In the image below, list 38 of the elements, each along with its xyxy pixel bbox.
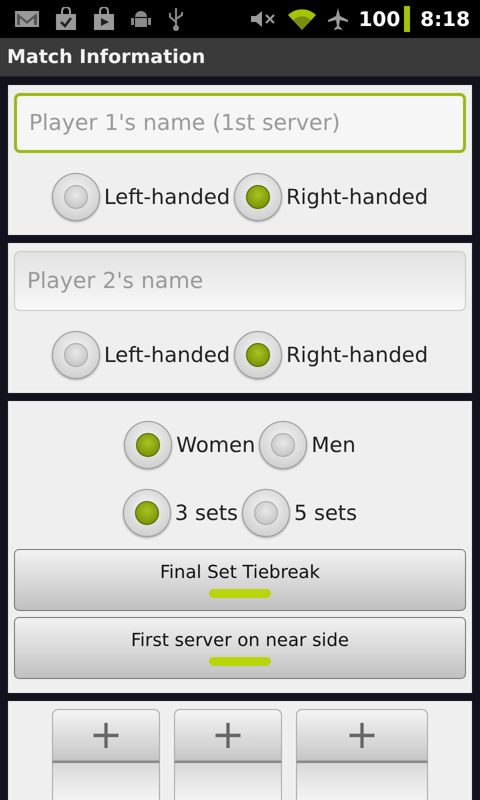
date-value-field[interactable] (52, 760, 160, 800)
name-field[interactable]: Player 1's name (1st server) (14, 93, 466, 153)
airplane-icon (326, 7, 348, 31)
date-value-field[interactable] (296, 760, 428, 800)
mute-icon (248, 9, 276, 29)
name-field[interactable]: Player 2's name (14, 251, 466, 311)
increment-button[interactable]: + (296, 709, 428, 761)
android-icon (130, 8, 152, 30)
date-value-field[interactable] (174, 760, 282, 800)
radio-label: Left-handed (104, 343, 230, 367)
toggle-button[interactable]: First server on near side (14, 617, 466, 679)
radio-button[interactable] (122, 489, 171, 537)
play-store-icon (92, 7, 116, 31)
radio-button[interactable] (52, 173, 100, 221)
radio-button[interactable] (259, 421, 308, 469)
increment-button[interactable]: + (174, 709, 282, 761)
mail-icon (14, 9, 40, 29)
radio-label: Women (176, 433, 256, 457)
radio-button[interactable] (52, 331, 100, 379)
window-title: Match Information (7, 46, 206, 68)
battery-icon (404, 6, 410, 32)
radio-label: Left-handed (104, 185, 230, 209)
increment-button[interactable]: + (52, 709, 160, 761)
battery-level: 100 (358, 7, 400, 31)
radio-button[interactable] (234, 331, 282, 379)
radio-label: Right-handed (286, 343, 428, 367)
shopping-bag-icon (54, 7, 78, 31)
radio-label: 5 sets (294, 501, 358, 525)
radio-label: 3 sets (174, 501, 238, 525)
wifi-icon (286, 7, 316, 31)
clock: 8:18 (420, 7, 470, 31)
toggle-button[interactable]: Final Set Tiebreak (14, 549, 466, 611)
radio-button[interactable] (234, 173, 282, 221)
radio-button[interactable] (242, 489, 290, 537)
radio-label: Men (311, 433, 356, 457)
radio-label: Right-handed (286, 185, 428, 209)
usb-icon (166, 6, 186, 32)
radio-button[interactable] (124, 421, 172, 469)
